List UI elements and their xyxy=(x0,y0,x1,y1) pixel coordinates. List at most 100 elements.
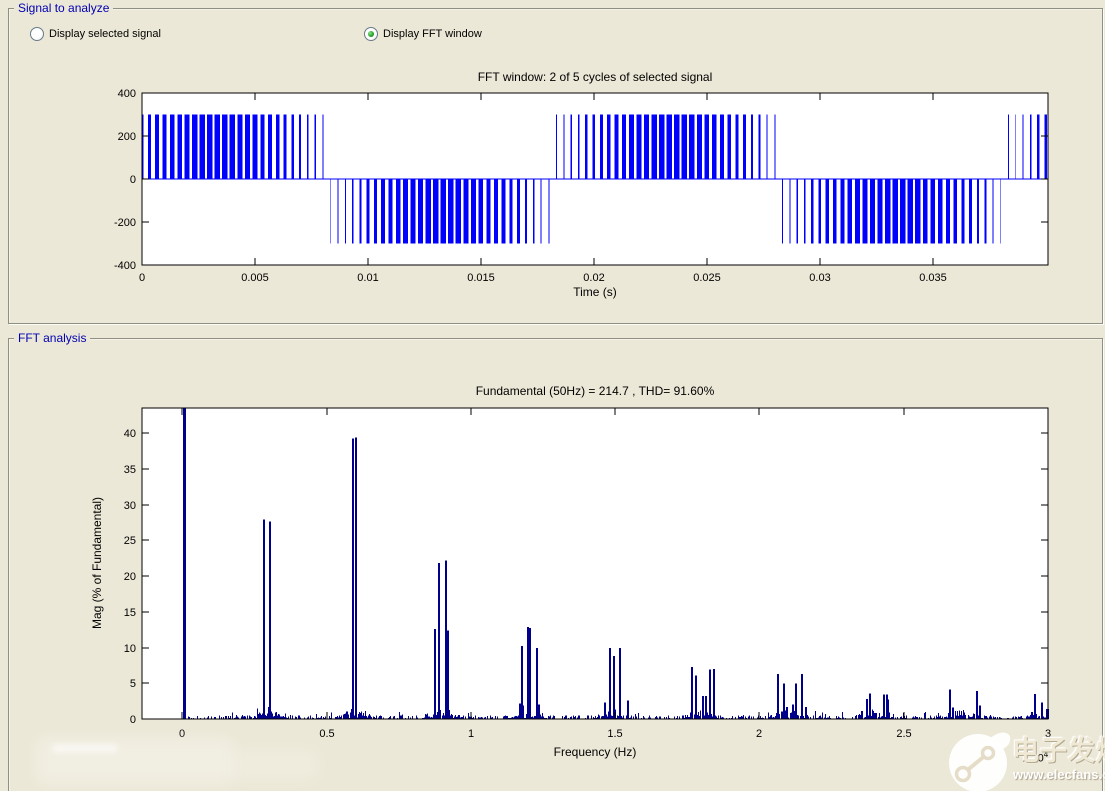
pwm-pulse xyxy=(599,114,604,179)
pwm-pulse xyxy=(177,114,182,179)
noise-bar xyxy=(442,715,443,719)
pwm-pulse xyxy=(825,179,829,244)
noise-bar xyxy=(771,714,772,719)
noise-bar xyxy=(743,715,744,719)
y-tick-label: -400 xyxy=(114,260,136,272)
noise-bar xyxy=(348,714,349,719)
noise-bar xyxy=(906,715,907,719)
noise-bar xyxy=(262,713,263,719)
x-tick-label: 0.03 xyxy=(809,272,830,284)
harmonic-spike xyxy=(695,675,697,719)
pwm-pulse xyxy=(782,179,784,244)
noise-bar xyxy=(708,714,709,719)
harmonic-spike xyxy=(1031,711,1033,719)
x-tick-label: 0 xyxy=(139,272,145,284)
noise-bar xyxy=(797,714,798,719)
pwm-pulse xyxy=(840,179,845,244)
noise-bar xyxy=(856,714,857,719)
pwm-pulse xyxy=(945,179,950,244)
harmonic-spike xyxy=(887,699,889,719)
pwm-pulse xyxy=(373,179,378,244)
noise-bar xyxy=(587,715,588,719)
pwm-pulse xyxy=(1037,114,1040,179)
noise-bar xyxy=(427,713,428,719)
pwm-pulse xyxy=(260,114,265,179)
noise-bar xyxy=(402,714,403,719)
noise-bar xyxy=(278,713,279,719)
noise-bar xyxy=(872,709,873,719)
noise-bar xyxy=(617,715,618,719)
noise-bar xyxy=(707,712,708,719)
pwm-pulse xyxy=(696,114,702,179)
pwm-pulse xyxy=(418,179,424,244)
noise-bar xyxy=(399,712,400,719)
pwm-pulse xyxy=(666,114,672,179)
noise-bar xyxy=(930,715,931,719)
harmonic-spike xyxy=(709,669,711,719)
noise-bar xyxy=(242,715,243,719)
pwm-pulse xyxy=(855,179,860,244)
pwm-pulse xyxy=(322,114,324,179)
noise-bar xyxy=(463,715,464,719)
noise-bar xyxy=(285,713,286,719)
noise-bar xyxy=(957,710,958,719)
pwm-pulse xyxy=(299,114,302,179)
noise-bar xyxy=(879,713,880,719)
y-tick-label: 5 xyxy=(130,678,136,690)
harmonic-spike xyxy=(263,519,265,719)
noise-bar xyxy=(275,712,276,719)
noise-bar xyxy=(1030,714,1031,719)
noise-bar xyxy=(948,713,949,719)
x-tick-label: 2 xyxy=(756,728,762,740)
pwm-pulse xyxy=(275,114,280,179)
noise-bar xyxy=(626,715,627,719)
noise-bar xyxy=(791,712,792,719)
x-tick-label: 0.5 xyxy=(319,728,334,740)
y-tick-label: 25 xyxy=(124,535,136,547)
pwm-pulse xyxy=(833,179,837,244)
noise-bar xyxy=(363,713,364,719)
pwm-pulse xyxy=(433,179,439,244)
harmonic-spike xyxy=(705,696,707,719)
pwm-pulse xyxy=(388,179,393,244)
noise-bar xyxy=(798,715,799,719)
noise-bar xyxy=(687,714,688,719)
noise-bar xyxy=(370,715,371,719)
noise-bar xyxy=(815,711,816,719)
noise-bar xyxy=(623,715,624,719)
pwm-pulse xyxy=(992,179,994,244)
noise-bar xyxy=(782,711,783,719)
noise-bar xyxy=(260,713,261,719)
noise-bar xyxy=(455,715,456,719)
harmonic-spike xyxy=(792,704,794,719)
noise-bar xyxy=(271,711,272,719)
pwm-pulse xyxy=(862,179,868,244)
pwm-pulse xyxy=(735,114,739,179)
y-tick-label: 20 xyxy=(124,571,136,583)
pwm-pulse xyxy=(796,179,798,244)
harmonic-spike xyxy=(613,656,615,719)
harmonic-spike xyxy=(352,438,354,719)
pwm-pulse xyxy=(877,179,883,244)
pwm-pulse xyxy=(984,179,987,244)
noise-bar xyxy=(685,715,686,719)
noise-bar xyxy=(343,714,344,719)
noise-bar xyxy=(359,711,360,719)
pwm-pulse xyxy=(155,114,159,179)
harmonic-spike xyxy=(976,691,978,719)
x-tick-label: 0.015 xyxy=(467,272,495,284)
harmonic-spike xyxy=(691,666,693,719)
noise-bar xyxy=(267,713,268,719)
pwm-pulse xyxy=(681,114,687,179)
noise-bar xyxy=(822,712,823,719)
noise-bar xyxy=(440,709,441,719)
noise-bar xyxy=(523,705,524,719)
noise-bar xyxy=(553,715,554,719)
noise-bar xyxy=(893,714,894,719)
harmonic-spike xyxy=(619,648,621,719)
harmonic-spike xyxy=(538,704,540,719)
noise-bar xyxy=(451,714,452,719)
noise-bar xyxy=(683,715,684,719)
pwm-pulse xyxy=(237,114,243,179)
noise-bar xyxy=(450,715,451,719)
